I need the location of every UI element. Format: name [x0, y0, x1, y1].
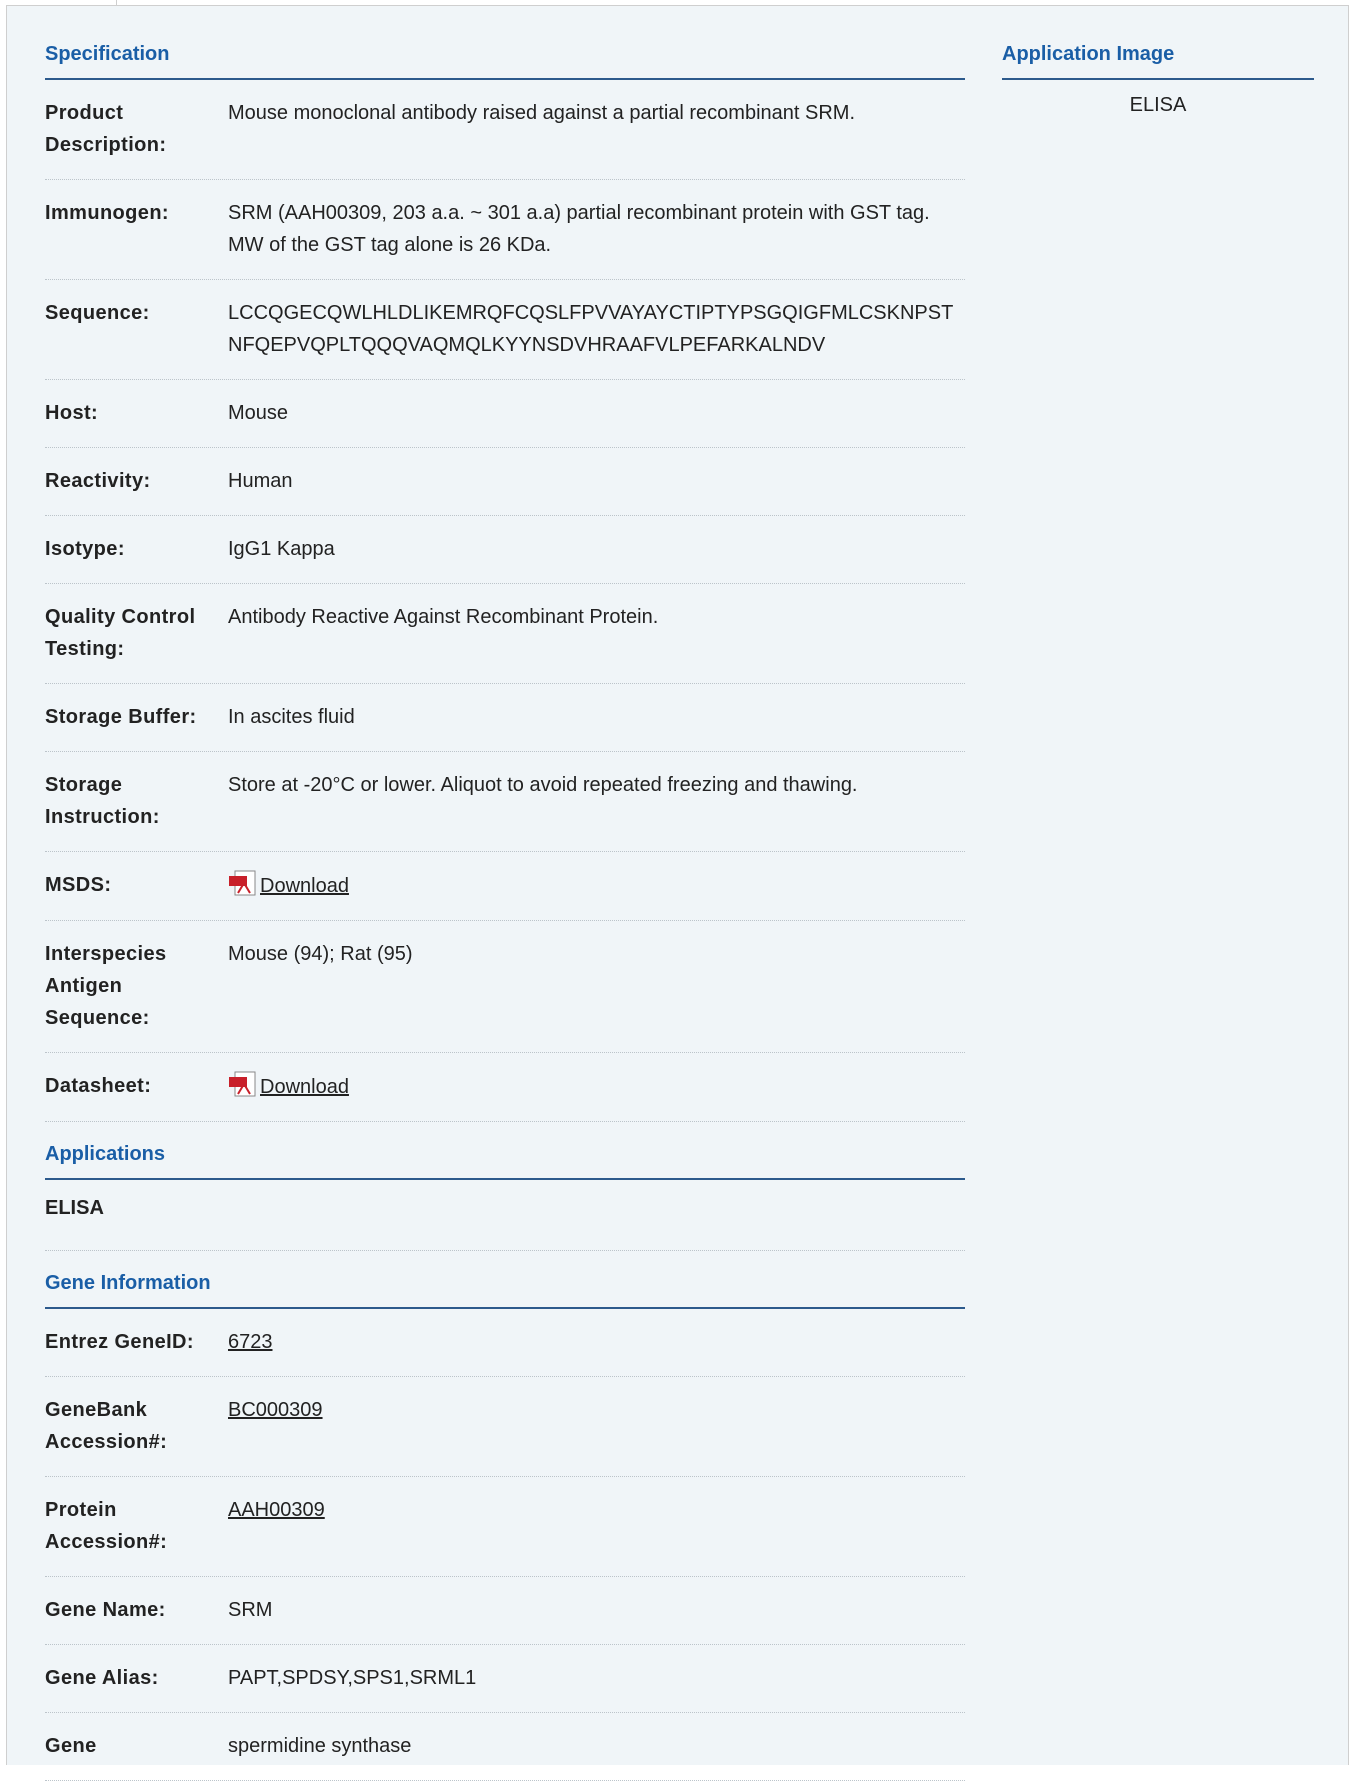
row-value: Mouse — [228, 402, 289, 424]
spec-row-immunogen: Immunogen: SRM (AAH00309, 203 a.a. ~ 301… — [45, 180, 965, 280]
gene-row-name: Gene Name: SRM — [45, 1577, 965, 1645]
gene-row-description: Gene spermidine synthase — [45, 1713, 965, 1781]
row-value: 6723 — [228, 1326, 965, 1358]
row-value: Store at -20°C or lower. Aliquot to avoi… — [228, 774, 858, 796]
pdf-icon[interactable] — [228, 1070, 258, 1098]
row-label: Gene — [45, 1735, 97, 1757]
product-detail-panel: Specification Product Description: Mouse… — [6, 5, 1349, 1781]
row-value: Antibody Reactive Against Recombinant Pr… — [228, 606, 659, 628]
spec-row-storage-instruction: Storage Instruction: Store at -20°C or l… — [45, 752, 965, 852]
entrez-gene-link[interactable]: 6723 — [228, 1331, 273, 1353]
row-value: PAPT,SPDSY,SPS1,SRML1 — [228, 1667, 477, 1689]
row-value: Human — [228, 470, 293, 492]
row-value: Download — [228, 869, 965, 902]
gene-row-protein: Protein Accession#: AAH00309 — [45, 1477, 965, 1577]
spec-row-datasheet: Datasheet: Download — [45, 1053, 965, 1122]
row-label: Immunogen: — [45, 202, 169, 224]
spec-row-product-description: Product Description: Mouse monoclonal an… — [45, 80, 965, 180]
row-label: Protein Accession#: — [45, 1499, 168, 1553]
application-image-caption: ELISA — [1129, 94, 1187, 116]
genebank-accession-link[interactable]: BC000309 — [228, 1399, 323, 1421]
gene-information-heading: Gene Information — [45, 1265, 965, 1309]
row-label: Storage Instruction: — [45, 774, 160, 828]
row-label: Reactivity: — [45, 470, 151, 492]
row-value: AAH00309 — [228, 1494, 965, 1558]
specification-heading: Specification — [45, 36, 965, 80]
row-value: LCCQGECQWLHLDLIKEMRQFCQSLFPVVAYAYCTIPTYP… — [228, 302, 954, 356]
row-label: Gene Name: — [45, 1599, 166, 1621]
row-label: Host: — [45, 402, 99, 424]
pdf-icon[interactable] — [228, 869, 258, 897]
row-value: BC000309 — [228, 1394, 965, 1458]
row-label: Interspecies Antigen Sequence: — [45, 943, 167, 1029]
spec-row-isotype: Isotype: IgG1 Kappa — [45, 516, 965, 584]
row-label: Isotype: — [45, 538, 125, 560]
application-image-heading: Application Image — [1002, 36, 1314, 80]
application-item: ELISA — [45, 1180, 965, 1251]
gene-row-entrez: Entrez GeneID: 6723 — [45, 1309, 965, 1377]
row-label: Storage Buffer: — [45, 706, 197, 728]
row-value: In ascites fluid — [228, 706, 355, 728]
datasheet-download-link[interactable]: Download — [260, 1076, 349, 1098]
row-value: Mouse (94); Rat (95) — [228, 943, 413, 965]
row-label: Product Description: — [45, 102, 167, 156]
row-value: Mouse monoclonal antibody raised against… — [228, 102, 856, 124]
row-label: MSDS: — [45, 874, 112, 896]
spec-row-reactivity: Reactivity: Human — [45, 448, 965, 516]
row-label: Gene Alias: — [45, 1667, 159, 1689]
spec-row-msds: MSDS: Download — [45, 852, 965, 921]
spec-row-quality-control: Quality Control Testing: Antibody Reacti… — [45, 584, 965, 684]
row-label: GeneBank Accession#: — [45, 1399, 168, 1453]
spec-row-interspecies: Interspecies Antigen Sequence: Mouse (94… — [45, 921, 965, 1053]
protein-accession-link[interactable]: AAH00309 — [228, 1499, 325, 1521]
row-value: spermidine synthase — [228, 1735, 412, 1757]
row-value: SRM (AAH00309, 203 a.a. ~ 301 a.a) parti… — [228, 202, 930, 256]
row-label: Entrez GeneID: — [45, 1331, 194, 1353]
spec-row-storage-buffer: Storage Buffer: In ascites fluid — [45, 684, 965, 752]
gene-row-alias: Gene Alias: PAPT,SPDSY,SPS1,SRML1 — [45, 1645, 965, 1713]
application-image-column: Application Image ELISA — [1002, 36, 1314, 117]
row-value: IgG1 Kappa — [228, 538, 335, 560]
specification-column: Specification Product Description: Mouse… — [45, 36, 965, 1781]
msds-download-link[interactable]: Download — [260, 875, 349, 897]
spec-row-host: Host: Mouse — [45, 380, 965, 448]
gene-row-genebank: GeneBank Accession#: BC000309 — [45, 1377, 965, 1477]
row-label: Sequence: — [45, 302, 150, 324]
spec-row-sequence: Sequence: LCCQGECQWLHLDLIKEMRQFCQSLFPVVA… — [45, 280, 965, 380]
row-label: Quality Control Testing: — [45, 606, 196, 660]
row-value: SRM — [228, 1599, 273, 1621]
applications-heading: Applications — [45, 1136, 965, 1180]
row-value: Download — [228, 1070, 965, 1103]
row-label: Datasheet: — [45, 1075, 152, 1097]
